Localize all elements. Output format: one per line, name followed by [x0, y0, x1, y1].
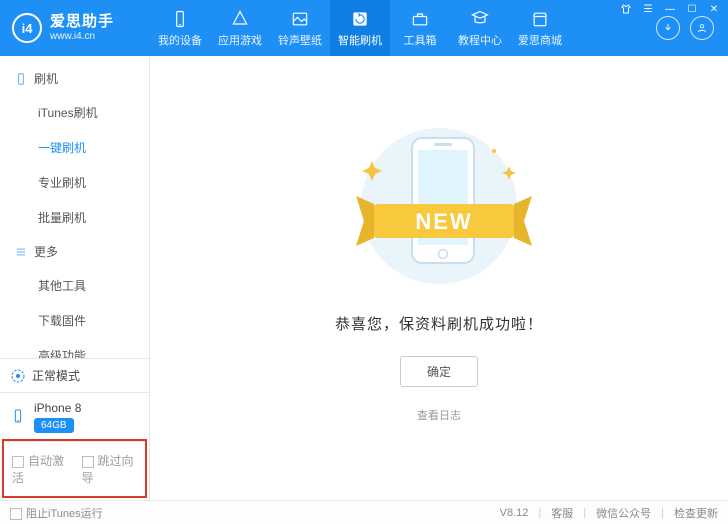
nav-my-device[interactable]: 我的设备	[150, 0, 210, 56]
close-button[interactable]: ✕	[706, 2, 722, 16]
device-storage-badge: 64GB	[34, 418, 74, 433]
nav-label: 工具箱	[404, 32, 437, 48]
toolbox-icon	[410, 9, 430, 29]
sidebar-item-download-firmware[interactable]: 下载固件	[0, 303, 149, 338]
nav-apps[interactable]: 应用游戏	[210, 0, 270, 56]
sidebar-item-batch-flash[interactable]: 批量刷机	[0, 200, 149, 235]
device-status[interactable]: 正常模式	[0, 358, 149, 392]
device-box[interactable]: iPhone 8 64GB	[0, 392, 149, 441]
nav-toolbox[interactable]: 工具箱	[390, 0, 450, 56]
support-link[interactable]: 客服	[551, 505, 573, 521]
view-log-link[interactable]: 查看日志	[417, 407, 461, 423]
status-icon	[10, 368, 26, 384]
sidebar-section-more[interactable]: 更多	[0, 235, 149, 268]
phone-icon	[10, 408, 26, 427]
sidebar-section-flash[interactable]: 刷机	[0, 62, 149, 95]
checkbox-icon	[10, 508, 22, 520]
download-button[interactable]	[656, 16, 680, 40]
flash-options-box: 自动激活 跳过向导	[4, 441, 145, 496]
menu-button[interactable]: ☰	[640, 2, 656, 16]
nav-label: 爱思商城	[518, 32, 562, 48]
nav-tutorials[interactable]: 教程中心	[450, 0, 510, 56]
nav-label: 我的设备	[158, 32, 202, 48]
nav-label: 铃声壁纸	[278, 32, 322, 48]
app-logo: i4 爱思助手 www.i4.cn	[0, 0, 150, 56]
sidebar-section-label: 刷机	[34, 70, 58, 87]
device-name: iPhone 8	[34, 401, 81, 415]
banner-text: NEW	[415, 209, 472, 234]
skin-button[interactable]	[618, 2, 634, 16]
minimize-button[interactable]: —	[662, 2, 678, 16]
block-itunes-checkbox[interactable]: 阻止iTunes运行	[10, 505, 103, 521]
check-update-link[interactable]: 检查更新	[674, 505, 718, 521]
wechat-link[interactable]: 微信公众号	[596, 505, 651, 521]
app-url: www.i4.cn	[50, 31, 114, 42]
logo-icon: i4	[12, 13, 42, 43]
main-panel: NEW 恭喜您，保资料刷机成功啦！ 确定 查看日志	[150, 56, 728, 500]
user-button[interactable]	[690, 16, 714, 40]
sidebar-item-oneclick-flash[interactable]: 一键刷机	[0, 130, 149, 165]
checkbox-icon	[12, 456, 24, 468]
maximize-button[interactable]: ☐	[684, 2, 700, 16]
status-bar: 阻止iTunes运行 V8.12 | 客服 | 微信公众号 | 检查更新	[0, 500, 728, 524]
success-illustration: NEW	[324, 116, 554, 291]
main-nav: 我的设备 应用游戏 铃声壁纸 智能刷机 工具箱	[150, 0, 642, 56]
nav-label: 教程中心	[458, 32, 502, 48]
sidebar-item-itunes-flash[interactable]: iTunes刷机	[0, 95, 149, 130]
sidebar-item-other-tools[interactable]: 其他工具	[0, 268, 149, 303]
sidebar-item-pro-flash[interactable]: 专业刷机	[0, 165, 149, 200]
nav-store[interactable]: 爱思商城	[510, 0, 570, 56]
sidebar-item-advanced[interactable]: 高级功能	[0, 338, 149, 358]
app-header: i4 爱思助手 www.i4.cn 我的设备 应用游戏 铃声壁纸	[0, 0, 728, 56]
window-controls: ☰ — ☐ ✕	[618, 2, 722, 16]
tutorial-icon	[470, 9, 490, 29]
checkbox-icon	[82, 456, 94, 468]
wallpaper-icon	[290, 9, 310, 29]
app-title: 爱思助手	[50, 14, 114, 31]
auto-activate-checkbox[interactable]: 自动激活	[12, 452, 68, 486]
ok-button[interactable]: 确定	[400, 356, 478, 387]
nav-ringtones[interactable]: 铃声壁纸	[270, 0, 330, 56]
device-icon	[170, 9, 190, 29]
status-label: 正常模式	[32, 367, 80, 384]
nav-flash[interactable]: 智能刷机	[330, 0, 390, 56]
version-label: V8.12	[500, 507, 529, 519]
sidebar-section-label: 更多	[34, 243, 58, 260]
nav-label: 应用游戏	[218, 32, 262, 48]
flash-icon	[350, 9, 370, 29]
store-icon	[530, 9, 550, 29]
nav-label: 智能刷机	[338, 32, 382, 48]
success-message: 恭喜您，保资料刷机成功啦！	[335, 313, 543, 334]
skip-guide-checkbox[interactable]: 跳过向导	[82, 452, 138, 486]
checkbox-label: 阻止iTunes运行	[26, 508, 103, 520]
sidebar: 刷机 iTunes刷机 一键刷机 专业刷机 批量刷机 更多 其他工具 下载固件 …	[0, 56, 150, 500]
apps-icon	[230, 9, 250, 29]
